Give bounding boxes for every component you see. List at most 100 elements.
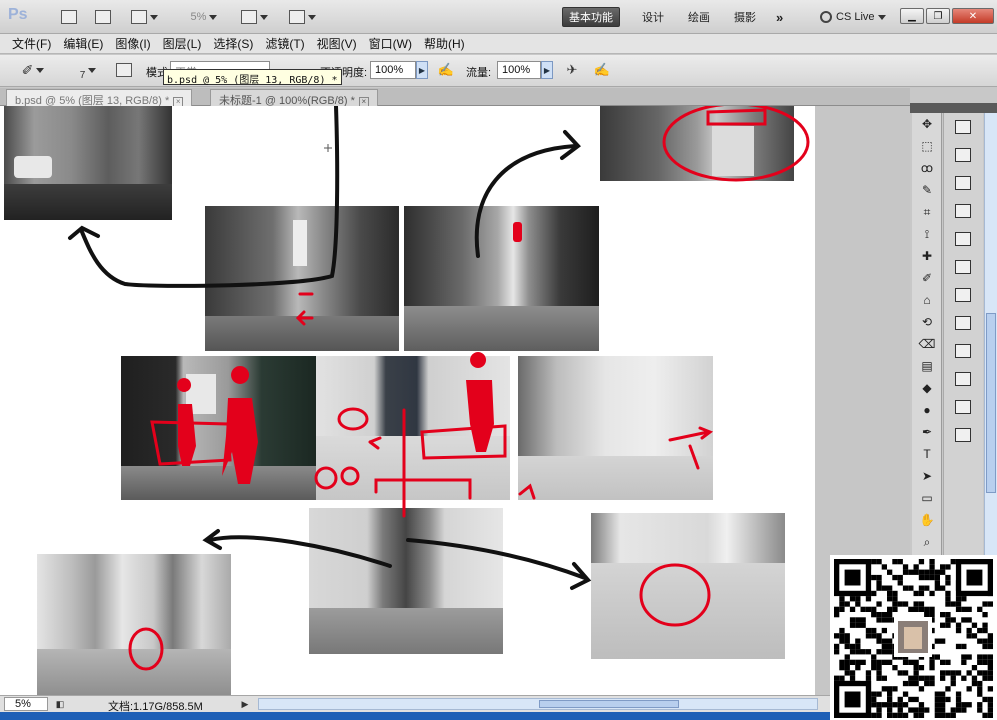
dodge-icon: ● <box>923 403 931 417</box>
opacity-slider-button[interactable]: ▶ <box>416 61 428 79</box>
panel-actions-button[interactable] <box>944 309 982 337</box>
menu-help[interactable]: 帮助(H) <box>418 35 471 52</box>
size-pressure-toggle[interactable]: ✍ <box>592 60 612 80</box>
character-icon <box>955 344 971 358</box>
tool-quick-select[interactable]: ✎ <box>912 179 942 201</box>
swatches-icon <box>955 428 971 442</box>
brush-icon: ✐ <box>921 271 933 285</box>
menu-filter[interactable]: 滤镜(T) <box>259 35 310 52</box>
arrange-documents-button[interactable] <box>236 7 272 27</box>
tool-blur[interactable]: ◆ <box>912 377 942 399</box>
menu-view[interactable]: 视图(V) <box>311 35 363 52</box>
menu-bar: 文件(F) 编辑(E) 图像(I) 图层(L) 选择(S) 滤镜(T) 视图(V… <box>0 34 997 54</box>
more-workspaces-button[interactable]: » <box>770 7 789 27</box>
photo-bathroom <box>4 106 172 220</box>
close-button[interactable]: ✕ <box>952 8 994 24</box>
brush-size-value: 7 <box>79 69 86 81</box>
tool-brush[interactable]: ✐ <box>912 267 942 289</box>
panel-3d-button[interactable] <box>944 225 982 253</box>
tab-untitled-1[interactable]: 未标题-1 @ 100%(RGB/8) * × <box>210 89 378 107</box>
panel-swatches-button[interactable] <box>944 421 982 449</box>
status-menu-button[interactable]: ▶ <box>238 697 252 711</box>
cs-live-button[interactable]: CS Live <box>814 7 892 27</box>
3d-icon <box>955 232 971 246</box>
workspace-painting-button[interactable]: 绘画 <box>682 7 716 27</box>
chevron-down-icon <box>209 14 218 20</box>
panel-paths-button[interactable] <box>944 281 982 309</box>
tab-b-psd[interactable]: b.psd @ 5% (图层 13, RGB/8) * × <box>6 89 193 107</box>
document-canvas[interactable] <box>0 106 815 695</box>
document-tooltip: b.psd @ 5% (图层 13, RGB/8) * <box>163 69 342 86</box>
panel-layers-button[interactable] <box>944 141 982 169</box>
flow-label: 流量: <box>466 67 492 79</box>
tool-shape[interactable]: ▭ <box>912 487 942 509</box>
flow-slider-button[interactable]: ▶ <box>541 61 553 79</box>
tool-dodge[interactable]: ● <box>912 399 942 421</box>
taskbar-edge <box>0 712 830 720</box>
tool-path-select[interactable]: ➤ <box>912 465 942 487</box>
tool-clone-stamp[interactable]: ⌂ <box>912 289 942 311</box>
menu-edit[interactable]: 编辑(E) <box>57 35 109 52</box>
tool-history-brush[interactable]: ⟲ <box>912 311 942 333</box>
tool-zoom-tool[interactable]: ⌕ <box>912 531 942 553</box>
tool-lasso[interactable]: ꝏ <box>912 157 942 179</box>
qr-code-graphic <box>834 559 993 718</box>
brush-panel-toggle[interactable] <box>114 60 134 80</box>
menu-image[interactable]: 图像(I) <box>109 35 156 52</box>
vertical-scroll-thumb[interactable] <box>986 313 996 493</box>
healing-brush-icon: ✚ <box>921 249 933 263</box>
status-zoom-input[interactable]: 5% <box>4 697 48 711</box>
chevron-down-icon <box>259 14 268 20</box>
zoom-level-dropdown[interactable]: 5% <box>182 7 226 27</box>
arrange-icon <box>240 10 257 24</box>
launch-bridge-button[interactable] <box>58 7 80 27</box>
vertical-scrollbar[interactable] <box>984 113 997 573</box>
chevron-down-icon <box>88 67 97 73</box>
chevron-right-icon: ▶ <box>418 65 426 75</box>
menu-select[interactable]: 选择(S) <box>207 35 259 52</box>
tool-marquee[interactable]: ⬚ <box>912 135 942 157</box>
status-options-button[interactable]: ◧ <box>52 697 68 711</box>
panel-masks-button[interactable] <box>944 197 982 225</box>
screen-mode-button[interactable] <box>284 7 320 27</box>
tool-hand[interactable]: ✋ <box>912 509 942 531</box>
panel-histogram-button[interactable] <box>944 113 982 141</box>
tool-options-bar: ✐ 7 模式: 正常 不透明度: 100% ▶ ✍ 流量: 100% ▶ ✈ ✍ <box>0 55 997 87</box>
tool-preset-picker[interactable]: ✐ <box>14 60 52 80</box>
tool-eraser[interactable]: ⌫ <box>912 333 942 355</box>
restore-button[interactable]: ❐ <box>926 8 950 24</box>
workspace-essentials-button[interactable]: 基本功能 <box>562 7 620 27</box>
panel-paragraph-button[interactable] <box>944 365 982 393</box>
opacity-pressure-toggle[interactable]: ✍ <box>436 60 456 80</box>
horizontal-scroll-thumb[interactable] <box>539 700 679 708</box>
mini-bridge-button[interactable] <box>92 7 114 27</box>
panel-styles-button[interactable] <box>944 393 982 421</box>
minimize-button[interactable]: ▁ <box>900 8 924 24</box>
workspace-photography-button[interactable]: 摄影 <box>728 7 762 27</box>
brush-preset-picker[interactable]: 7 <box>70 60 106 81</box>
workspace-design-button[interactable]: 设计 <box>636 7 670 27</box>
photo-hall-door <box>316 356 510 500</box>
hand-icon: ✋ <box>919 513 935 527</box>
tool-pen[interactable]: ✒ <box>912 421 942 443</box>
airbrush-toggle[interactable]: ✈ <box>562 60 582 80</box>
panel-character-button[interactable] <box>944 337 982 365</box>
flow-input[interactable]: 100% <box>497 61 541 79</box>
arrow-head-bathroom <box>68 225 100 240</box>
tool-gradient[interactable]: ▤ <box>912 355 942 377</box>
menu-file[interactable]: 文件(F) <box>6 35 57 52</box>
opacity-input[interactable]: 100% <box>370 61 416 79</box>
tool-type[interactable]: T <box>912 443 942 465</box>
tool-move[interactable]: ✥ <box>912 113 942 135</box>
view-extras-button[interactable] <box>126 7 162 27</box>
menu-layer[interactable]: 图层(L) <box>157 35 208 52</box>
tool-healing-brush[interactable]: ✚ <box>912 245 942 267</box>
tool-crop[interactable]: ⌗ <box>912 201 942 223</box>
panel-dock-header[interactable] <box>910 103 997 113</box>
panel-adjustments-button[interactable] <box>944 169 982 197</box>
tool-eyedropper[interactable]: ⟟ <box>912 223 942 245</box>
horizontal-scrollbar[interactable] <box>258 698 818 710</box>
menu-window[interactable]: 窗口(W) <box>363 35 418 52</box>
panel-channels-button[interactable] <box>944 253 982 281</box>
qr-code-image <box>830 555 997 720</box>
